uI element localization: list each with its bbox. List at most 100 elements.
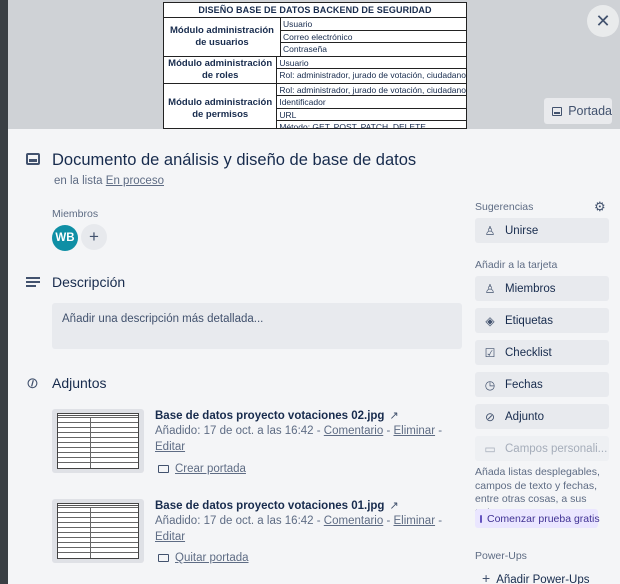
- custom-fields-button[interactable]: ▭ Campos personali...: [475, 436, 609, 461]
- cover-table-row: Módulo administración de roles Usuario R…: [164, 56, 466, 84]
- cover-table-module: Módulo administración de usuarios: [164, 18, 281, 56]
- external-link-icon[interactable]: ↗: [389, 500, 398, 512]
- members-label: Miembros: [52, 208, 99, 220]
- gear-icon[interactable]: ⚙: [594, 199, 606, 215]
- add-to-card-label: Añadir a la tarjeta: [475, 259, 558, 271]
- attachment-meta: Añadido: 17 de oct. a las 16:42 - Coment…: [155, 515, 442, 527]
- external-link-icon[interactable]: ↗: [389, 410, 398, 422]
- add-member-button[interactable]: +: [81, 224, 107, 250]
- checkbox-icon: ☑: [484, 345, 496, 360]
- list-prefix: en la lista: [54, 175, 103, 187]
- make-cover-label: Crear portada: [175, 463, 246, 475]
- attachment-button-label: Adjunto: [505, 410, 545, 423]
- attachment-meta-edit: Editar: [155, 531, 185, 543]
- description-input[interactable]: Añadir una descripción más detallada...: [52, 303, 462, 349]
- dates-button[interactable]: ◷ Fechas: [475, 372, 609, 397]
- custom-fields-button-label: Campos personali...: [505, 442, 608, 455]
- suggestions-label: Sugerencias: [475, 201, 534, 213]
- separator: -: [386, 425, 391, 437]
- separator: -: [438, 515, 443, 527]
- edit-link[interactable]: Editar: [155, 531, 185, 543]
- user-icon: ♙: [484, 223, 496, 238]
- add-powerups-button[interactable]: + Añadir Power-Ups: [482, 570, 590, 584]
- comment-link[interactable]: Comentario: [324, 515, 383, 527]
- attachment-name[interactable]: Base de datos proyecto votaciones 01.jpg: [155, 500, 384, 512]
- close-button[interactable]: ✕: [587, 5, 619, 37]
- cover-table-field: URL: [277, 109, 466, 121]
- plus-icon: +: [482, 570, 491, 584]
- attachment-thumbnail[interactable]: [52, 409, 144, 473]
- cover-table-field: Rol: administrador, jurado de votación, …: [279, 70, 466, 80]
- card-title[interactable]: Documento de análisis y diseño de base d…: [52, 151, 416, 170]
- members-button-label: Miembros: [505, 282, 556, 295]
- attachments-title: Adjuntos: [52, 375, 107, 391]
- card-cover-icon: [158, 554, 169, 562]
- cover-table-module: Módulo administración de roles: [164, 56, 278, 83]
- dates-button-label: Fechas: [505, 378, 543, 391]
- join-label: Unirse: [505, 224, 539, 237]
- checklist-button-label: Checklist: [505, 346, 552, 359]
- paperclip-icon: ⊘: [22, 372, 43, 394]
- attachment-button[interactable]: ⊘ Adjunto: [475, 404, 609, 429]
- comment-link[interactable]: Comentario: [324, 425, 383, 437]
- briefcase-icon: [480, 514, 482, 523]
- labels-button-label: Etiquetas: [505, 314, 553, 327]
- cover-table-field: Usuario: [277, 57, 466, 69]
- list-link[interactable]: En proceso: [106, 175, 164, 187]
- paperclip-icon: ⊘: [484, 409, 496, 424]
- members-button[interactable]: ♙ Miembros: [475, 276, 609, 301]
- delete-link[interactable]: Eliminar: [394, 425, 436, 437]
- custom-fields-icon: ▭: [484, 441, 496, 456]
- cover-table-field: Método: GET, POST, PATCH, DELETE: [279, 122, 426, 129]
- description-title: Descripción: [52, 274, 126, 290]
- avatar[interactable]: WB: [52, 225, 78, 251]
- checklist-button[interactable]: ☑ Checklist: [475, 340, 609, 365]
- remove-cover-label: Quitar portada: [175, 552, 249, 564]
- attachment-item[interactable]: Base de datos proyecto votaciones 01.jpg…: [155, 499, 399, 512]
- user-icon: ♙: [484, 281, 496, 296]
- list-info: en la lista En proceso: [54, 175, 164, 187]
- card-cover-icon: [158, 465, 169, 473]
- card-cover-icon: [552, 106, 563, 116]
- cover-table-row: Módulo administración de permisos Rol: a…: [164, 83, 466, 129]
- cover-table-field: Rol: administrador, jurado de votación, …: [277, 84, 466, 96]
- edit-link[interactable]: Editar: [155, 441, 185, 453]
- close-icon: ✕: [595, 10, 611, 31]
- cover-button[interactable]: Portada: [544, 98, 612, 124]
- separator: -: [386, 515, 391, 527]
- cover-button-label: Portada: [568, 104, 612, 118]
- cover-table-field: Usuario: [281, 18, 466, 31]
- card-icon: [26, 153, 40, 165]
- start-trial-label: Comenzar prueba gratis: [487, 512, 600, 525]
- description-icon: [26, 277, 40, 287]
- plus-icon: +: [89, 227, 99, 246]
- attachment-added: Añadido: 17 de oct. a las 16:42 -: [155, 515, 321, 527]
- separator: -: [438, 425, 443, 437]
- cover-table-title: DISEÑO BASE DE DATOS BACKEND DE SEGURIDA…: [164, 3, 466, 18]
- attachment-thumbnail[interactable]: [52, 499, 144, 563]
- cover-table-field: Contraseña: [283, 44, 327, 54]
- add-powerups-label: Añadir Power-Ups: [496, 574, 590, 584]
- remove-cover-button[interactable]: Quitar portada: [158, 552, 249, 564]
- cover-table-row: Módulo administración de usuarios Usuari…: [164, 18, 466, 57]
- cover-table-module: Módulo administración de permisos: [164, 83, 278, 128]
- card-cover: DISEÑO BASE DE DATOS BACKEND DE SEGURIDA…: [8, 0, 620, 129]
- attachment-meta: Añadido: 17 de oct. a las 16:42 - Coment…: [155, 425, 442, 437]
- make-cover-button[interactable]: Crear portada: [158, 463, 246, 475]
- start-trial-button[interactable]: Comenzar prueba gratis: [475, 509, 600, 528]
- attachment-added: Añadido: 17 de oct. a las 16:42 -: [155, 425, 321, 437]
- card-detail-window: DISEÑO BASE DE DATOS BACKEND DE SEGURIDA…: [8, 0, 620, 584]
- powerups-label: Power-Ups: [475, 550, 527, 562]
- board-backdrop: [0, 0, 8, 584]
- labels-button[interactable]: ◈ Etiquetas: [475, 308, 609, 333]
- cover-table-field: Identificador: [277, 96, 466, 109]
- attachment-meta-edit: Editar: [155, 441, 185, 453]
- delete-link[interactable]: Eliminar: [394, 515, 436, 527]
- attachment-name[interactable]: Base de datos proyecto votaciones 02.jpg: [155, 410, 384, 422]
- tag-icon: ◈: [485, 313, 495, 328]
- cover-image: DISEÑO BASE DE DATOS BACKEND DE SEGURIDA…: [163, 2, 467, 129]
- join-button[interactable]: ♙ Unirse: [475, 218, 609, 243]
- clock-icon: ◷: [484, 377, 496, 392]
- attachment-item[interactable]: Base de datos proyecto votaciones 02.jpg…: [155, 409, 399, 422]
- cover-table-field: Correo electrónico: [281, 31, 466, 43]
